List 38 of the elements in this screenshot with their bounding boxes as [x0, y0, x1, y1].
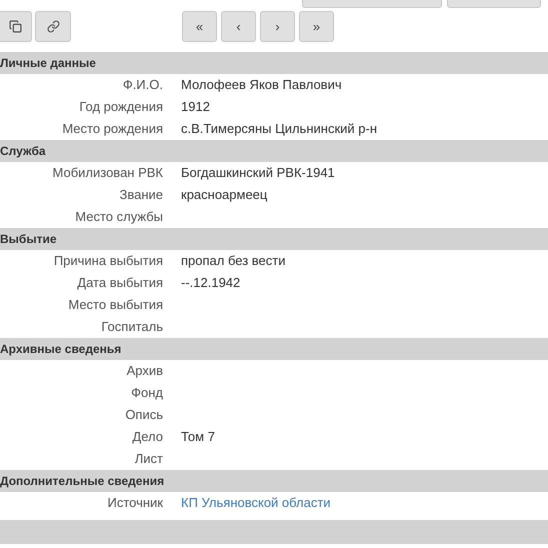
field-label: Дело — [131, 428, 163, 446]
field-label: Ф.И.О. — [122, 76, 163, 94]
field-label: Опись — [124, 406, 163, 424]
field-label: Архив — [126, 362, 163, 380]
field-value: Молофеев Яков Павлович — [181, 76, 342, 94]
field-label: Лист — [134, 450, 163, 468]
field-value: красноармеец — [181, 186, 268, 204]
pager-button[interactable]: › — [260, 11, 295, 42]
source-link[interactable]: КП Ульяновской области — [181, 493, 331, 513]
field-value: Богдашкинский РВК-1941 — [181, 164, 335, 182]
section-header: Дополнительные сведения — [0, 470, 548, 492]
field-label: Год рождения — [78, 98, 163, 116]
field-label: Звание — [118, 186, 163, 204]
section-header: Выбытие — [0, 228, 548, 250]
pager-button[interactable]: « — [182, 11, 217, 42]
pager-button[interactable]: » — [299, 11, 334, 42]
copy-icon — [9, 20, 22, 33]
field-label: Дата выбытия — [76, 274, 163, 292]
link-icon — [46, 20, 60, 33]
field-value: с.В.Тимерсяны Цильнинский р-н — [181, 120, 378, 138]
copy-button[interactable] — [0, 11, 32, 42]
field-label: Источник — [106, 494, 163, 512]
field-label: Мобилизован РВК — [52, 164, 163, 182]
field-label: Место службы — [74, 208, 163, 226]
link-button[interactable] — [35, 11, 71, 42]
field-label: Место рождения — [61, 120, 163, 138]
field-label: Причина выбытия — [52, 252, 163, 270]
field-label: Место выбытия — [67, 296, 163, 314]
field-value: 1912 — [181, 98, 210, 116]
field-value: --.12.1942 — [181, 274, 240, 292]
field-label: Фонд — [130, 384, 163, 402]
field-label: Госпиталь — [100, 318, 163, 336]
section-header: Личные данные — [0, 52, 548, 74]
pager-button[interactable]: ‹ — [221, 11, 256, 42]
section-header: Архивные сведенья — [0, 338, 548, 360]
field-value: пропал без вести — [181, 252, 286, 270]
section-header: Служба — [0, 140, 548, 162]
field-value: Том 7 — [181, 428, 215, 446]
